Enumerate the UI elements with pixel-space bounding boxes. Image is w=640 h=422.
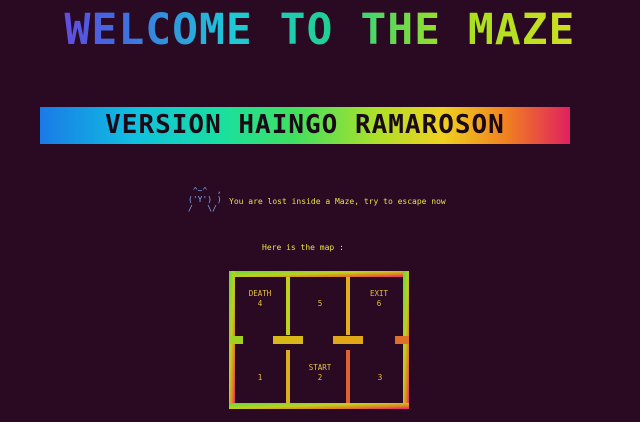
room-exit-number: 6: [377, 299, 382, 308]
room-start-name: START: [309, 363, 332, 372]
room-exit-name: EXIT: [370, 289, 389, 298]
room-5-number: 5: [318, 299, 323, 308]
room-3-number: 3: [378, 373, 383, 382]
room-1-number: 1: [258, 373, 263, 382]
maze-map: DEATH 4 5 EXIT 6 1 START 2 3: [229, 271, 409, 409]
room-start-number: 2: [318, 373, 323, 382]
room-death-name: DEATH: [249, 289, 272, 298]
room-death-number: 4: [258, 299, 263, 308]
